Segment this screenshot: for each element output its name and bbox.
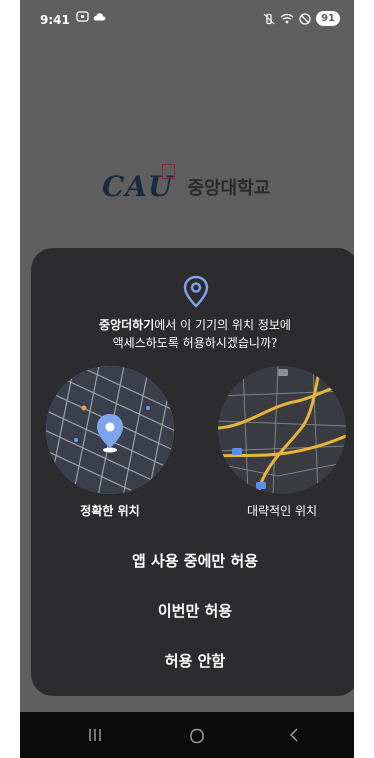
app-name: 중앙더하기 bbox=[99, 318, 155, 332]
recent-apps-icon[interactable] bbox=[88, 728, 102, 742]
approximate-location-option[interactable] bbox=[218, 366, 346, 494]
wifi-icon bbox=[280, 13, 294, 24]
status-right-icons: 91 bbox=[263, 11, 340, 26]
deny-button[interactable]: 허용 안함 bbox=[31, 650, 354, 671]
status-time: 9:41 bbox=[40, 13, 70, 27]
back-icon[interactable] bbox=[288, 728, 300, 742]
allow-while-using-button[interactable]: 앱 사용 중에만 허용 bbox=[31, 550, 354, 571]
permission-prompt: 중앙더하기에서 이 기기의 위치 정보에 액세스하도록 허용하시겠습니까? bbox=[31, 316, 354, 352]
precise-map-icon bbox=[46, 366, 174, 494]
navigation-bar bbox=[20, 712, 354, 758]
do-not-disturb-icon bbox=[299, 12, 311, 25]
home-icon[interactable] bbox=[189, 728, 205, 744]
university-name: 중앙대학교 bbox=[187, 177, 271, 199]
precise-location-label: 정확한 위치 bbox=[80, 504, 140, 518]
location-permission-dialog: 중앙더하기에서 이 기기의 위치 정보에 액세스하도록 허용하시겠습니까? 정확… bbox=[31, 248, 354, 696]
university-logo: CAU 중앙대학교 bbox=[102, 164, 271, 203]
mute-vibrate-icon bbox=[263, 13, 275, 24]
prompt-line2: 액세스하도록 허용하시겠습니까? bbox=[112, 336, 278, 350]
status-left-icons bbox=[76, 11, 106, 22]
cloud-icon bbox=[93, 13, 106, 21]
logo-square-icon bbox=[162, 164, 176, 179]
cau-logo-mark: CAU bbox=[102, 164, 176, 203]
prompt-line1: 에서 이 기기의 위치 정보에 bbox=[154, 318, 291, 332]
approximate-location-label: 대략적인 위치 bbox=[246, 504, 318, 518]
phone-screen: 9:41 91 CAU 중앙대학교 중앙더하기에서 이 기기의 위치 정보에 액… bbox=[20, 0, 354, 758]
location-pin-icon bbox=[183, 275, 209, 308]
allow-once-button[interactable]: 이번만 허용 bbox=[31, 600, 354, 621]
approximate-map-icon bbox=[218, 366, 346, 494]
screen-record-icon bbox=[76, 11, 89, 22]
status-bar: 9:41 91 bbox=[20, 0, 354, 40]
precise-location-option[interactable] bbox=[46, 366, 174, 494]
battery-indicator: 91 bbox=[316, 11, 340, 26]
